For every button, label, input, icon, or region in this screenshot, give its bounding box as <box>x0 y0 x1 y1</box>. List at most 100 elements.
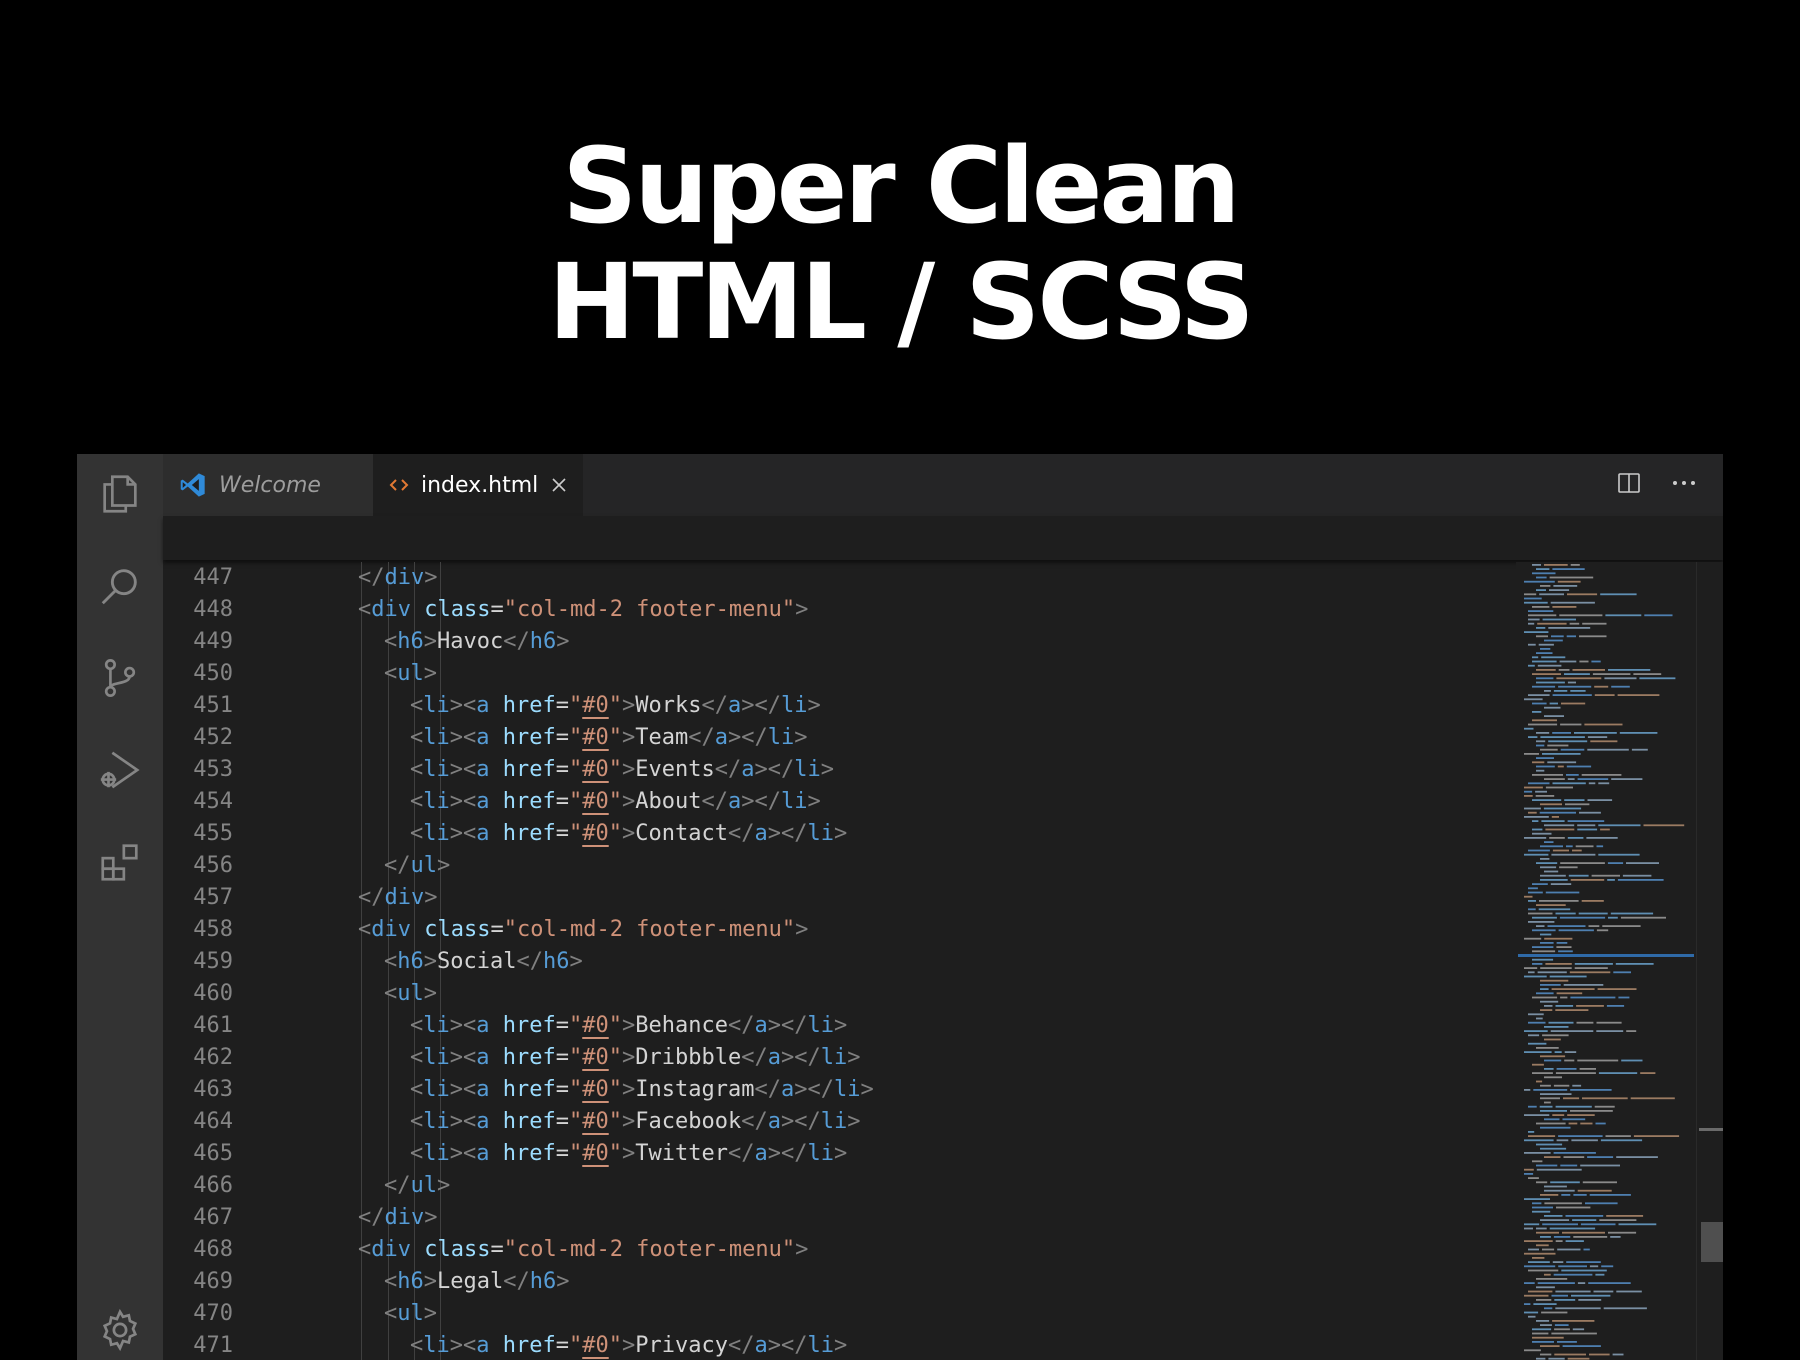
code-line[interactable]: 447 </div> <box>163 562 1516 594</box>
minimap-line <box>1532 883 1548 885</box>
search-icon[interactable] <box>94 560 146 612</box>
code-token: Dribbble <box>635 1045 742 1070</box>
code-token: > <box>423 1301 437 1326</box>
code-token: div <box>371 597 411 622</box>
minimap-line <box>1540 648 1551 650</box>
code-line[interactable]: 449 <h6>Havoc</h6> <box>163 626 1516 658</box>
code-line[interactable]: 469 <h6>Legal</h6> <box>163 1266 1516 1298</box>
tab-welcome[interactable]: Welcome <box>163 454 373 516</box>
code-line[interactable]: 453 <li><a href="#0">Events</a></li> <box>163 754 1516 786</box>
minimap-line <box>1528 921 1555 923</box>
minimap-line <box>1528 736 1538 738</box>
code-line[interactable]: 471 <li><a href="#0">Privacy</a></li> <box>163 1330 1516 1360</box>
minimap-line <box>1528 723 1558 726</box>
minimap-line <box>1532 929 1556 932</box>
minimap-line <box>1556 942 1568 944</box>
minimap-line <box>1551 988 1595 990</box>
line-number: 463 <box>193 1077 233 1102</box>
code-line[interactable]: 450 <ul> <box>163 658 1516 690</box>
explorer-icon[interactable] <box>94 468 146 520</box>
minimap-line <box>1559 660 1577 663</box>
code-line[interactable]: 452 <li><a href="#0">Team</a></li> <box>163 722 1516 754</box>
minimap-line <box>1596 1021 1622 1024</box>
code-line[interactable]: 466 </ul> <box>163 1170 1516 1202</box>
code-token: > <box>621 1045 636 1070</box>
code-token: a <box>476 789 490 814</box>
minimap-line <box>1536 1286 1555 1289</box>
close-icon[interactable] <box>550 476 568 494</box>
minimap-line <box>1536 1080 1543 1083</box>
code-line[interactable]: 458 <div class="col-md-2 footer-menu"> <box>163 914 1516 946</box>
code-line[interactable]: 459 <h6>Social</h6> <box>163 946 1516 978</box>
code-line[interactable]: 461 <li><a href="#0">Behance</a></li> <box>163 1010 1516 1042</box>
code-token: ></ <box>741 693 781 718</box>
minimap-line <box>1549 589 1570 591</box>
code-view[interactable]: 447 </div> 448 <div class="col-md-2 footer-… <box>163 562 1516 1360</box>
minimap-line <box>1524 631 1549 633</box>
code-line[interactable]: 467 </div> <box>163 1202 1516 1234</box>
code-token: > <box>807 693 821 718</box>
code-token: </ <box>503 629 530 654</box>
minimap-line <box>1626 862 1659 864</box>
minimap-line <box>1532 660 1557 663</box>
scrollbar-thumb[interactable] <box>1701 1222 1723 1262</box>
code-line[interactable]: 448 <div class="col-md-2 footer-menu"> <box>163 594 1516 626</box>
run-debug-icon[interactable] <box>94 744 146 796</box>
minimap-line <box>1586 837 1618 839</box>
code-token: href <box>502 1333 556 1358</box>
line-number: 471 <box>193 1333 233 1358</box>
code-line[interactable]: 455 <li><a href="#0">Contact</a></li> <box>163 818 1516 850</box>
minimap-line <box>1600 828 1610 831</box>
code-line[interactable]: 465 <li><a href="#0">Twitter</a></li> <box>163 1138 1516 1170</box>
minimap-line <box>1565 1240 1584 1242</box>
minimap-line <box>1542 1034 1569 1037</box>
minimap-line <box>1560 748 1585 751</box>
code-line[interactable]: 457 </div> <box>163 882 1516 914</box>
code-token: >< <box>449 1109 477 1134</box>
vertical-scrollbar[interactable] <box>1696 562 1723 1360</box>
code-token: li <box>423 1109 450 1134</box>
minimap-line <box>1610 1236 1621 1238</box>
code-line[interactable]: 464 <li><a href="#0">Facebook</a></li> <box>163 1106 1516 1138</box>
minimap-line <box>1552 694 1592 696</box>
minimap-line <box>1553 1273 1593 1276</box>
line-number: 458 <box>193 917 233 942</box>
minimap-line <box>1616 1290 1642 1293</box>
code-token: > <box>795 1237 809 1262</box>
minimap-line <box>1557 765 1564 768</box>
minimap-line <box>1524 1303 1531 1305</box>
code-token: = <box>555 1333 569 1358</box>
settings-gear-icon[interactable] <box>94 1304 146 1356</box>
code-token: >< <box>449 693 477 718</box>
code-token: href <box>502 1077 556 1102</box>
code-token: Instagram <box>635 1077 755 1102</box>
more-actions-icon[interactable] <box>1671 471 1697 499</box>
code-line[interactable]: 463 <li><a href="#0">Instagram</a></li> <box>163 1074 1516 1106</box>
code-line[interactable]: 451 <li><a href="#0">Works</a></li> <box>163 690 1516 722</box>
split-editor-icon[interactable] <box>1617 471 1641 499</box>
code-token: > <box>621 725 636 750</box>
minimap-line <box>1570 1089 1612 1091</box>
minimap-line <box>1528 1135 1556 1137</box>
code-line[interactable]: 456 </ul> <box>163 850 1516 882</box>
source-control-icon[interactable] <box>94 652 146 704</box>
minimap-line <box>1538 643 1554 646</box>
extensions-icon[interactable] <box>94 836 146 888</box>
code-token: div <box>384 885 425 910</box>
minimap-line <box>1567 837 1584 839</box>
code-token: #0 <box>582 693 609 718</box>
minimap-line <box>1551 816 1559 818</box>
code-token: > <box>833 1013 848 1038</box>
code-token: ></ <box>767 1013 808 1038</box>
code-line[interactable]: 460 <ul> <box>163 978 1516 1010</box>
code-line[interactable]: 468 <div class="col-md-2 footer-menu"> <box>163 1234 1516 1266</box>
minimap-line <box>1536 1320 1550 1322</box>
minimap-line <box>1544 1202 1582 1205</box>
code-line[interactable]: 454 <li><a href="#0">About</a></li> <box>163 786 1516 818</box>
code-line[interactable]: 470 <ul> <box>163 1298 1516 1330</box>
code-token: > <box>437 1173 451 1198</box>
code-line[interactable]: 462 <li><a href="#0">Dribbble</a></li> <box>163 1042 1516 1074</box>
minimap[interactable] <box>1516 562 1696 1360</box>
code-token: " <box>608 1109 622 1134</box>
tab-index-html[interactable]: index.html <box>373 454 583 516</box>
